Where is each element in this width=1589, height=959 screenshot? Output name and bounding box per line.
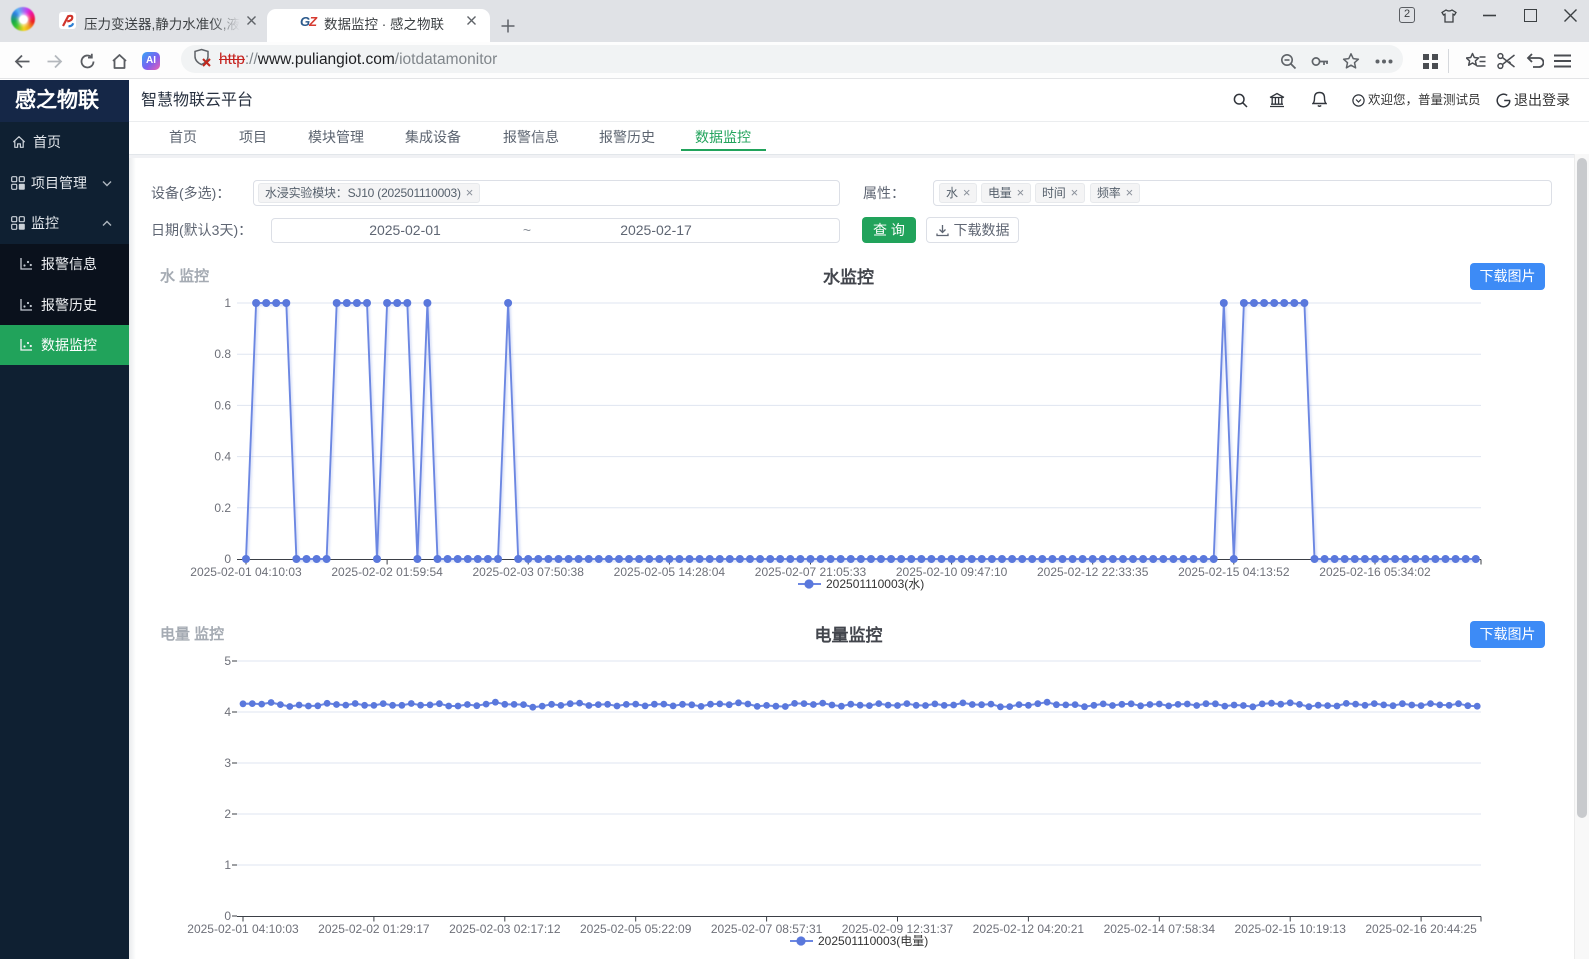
- svg-text:4: 4: [224, 705, 231, 719]
- svg-text:2025-02-12 22:33:35: 2025-02-12 22:33:35: [1037, 565, 1149, 579]
- svg-text:2025-02-01 04:10:03: 2025-02-01 04:10:03: [187, 922, 299, 936]
- svg-text:0.8: 0.8: [214, 347, 231, 361]
- svg-text:2025-02-02 01:29:17: 2025-02-02 01:29:17: [318, 922, 430, 936]
- svg-text:5: 5: [224, 654, 231, 668]
- svg-text:2025-02-15 04:13:52: 2025-02-15 04:13:52: [1178, 565, 1290, 579]
- svg-text:1: 1: [224, 296, 231, 310]
- svg-text:202501110003(水): 202501110003(水): [826, 577, 924, 591]
- svg-text:2025-02-02 01:59:54: 2025-02-02 01:59:54: [331, 565, 443, 579]
- svg-text:0: 0: [224, 552, 231, 566]
- svg-text:2025-02-05 05:22:09: 2025-02-05 05:22:09: [580, 922, 692, 936]
- svg-text:2025-02-07 08:57:31: 2025-02-07 08:57:31: [711, 922, 823, 936]
- svg-text:1: 1: [224, 858, 231, 872]
- svg-text:2025-02-15 10:19:13: 2025-02-15 10:19:13: [1234, 922, 1346, 936]
- svg-text:0: 0: [224, 909, 231, 923]
- svg-text:0.2: 0.2: [214, 501, 231, 515]
- svg-text:3: 3: [224, 756, 231, 770]
- svg-text:202501110003(电量): 202501110003(电量): [818, 934, 928, 948]
- svg-text:2: 2: [224, 807, 231, 821]
- svg-text:2025-02-03 07:50:38: 2025-02-03 07:50:38: [472, 565, 584, 579]
- svg-text:2025-02-12 04:20:21: 2025-02-12 04:20:21: [973, 922, 1085, 936]
- svg-text:0.6: 0.6: [214, 398, 231, 412]
- svg-text:2025-02-14 07:58:34: 2025-02-14 07:58:34: [1104, 922, 1216, 936]
- svg-text:2025-02-16 20:44:25: 2025-02-16 20:44:25: [1365, 922, 1477, 936]
- svg-text:2025-02-05 14:28:04: 2025-02-05 14:28:04: [614, 565, 726, 579]
- svg-text:0.4: 0.4: [214, 450, 231, 464]
- svg-text:2025-02-03 02:17:12: 2025-02-03 02:17:12: [449, 922, 561, 936]
- svg-text:2025-02-16 05:34:02: 2025-02-16 05:34:02: [1319, 565, 1431, 579]
- svg-text:2025-02-01 04:10:03: 2025-02-01 04:10:03: [190, 565, 302, 579]
